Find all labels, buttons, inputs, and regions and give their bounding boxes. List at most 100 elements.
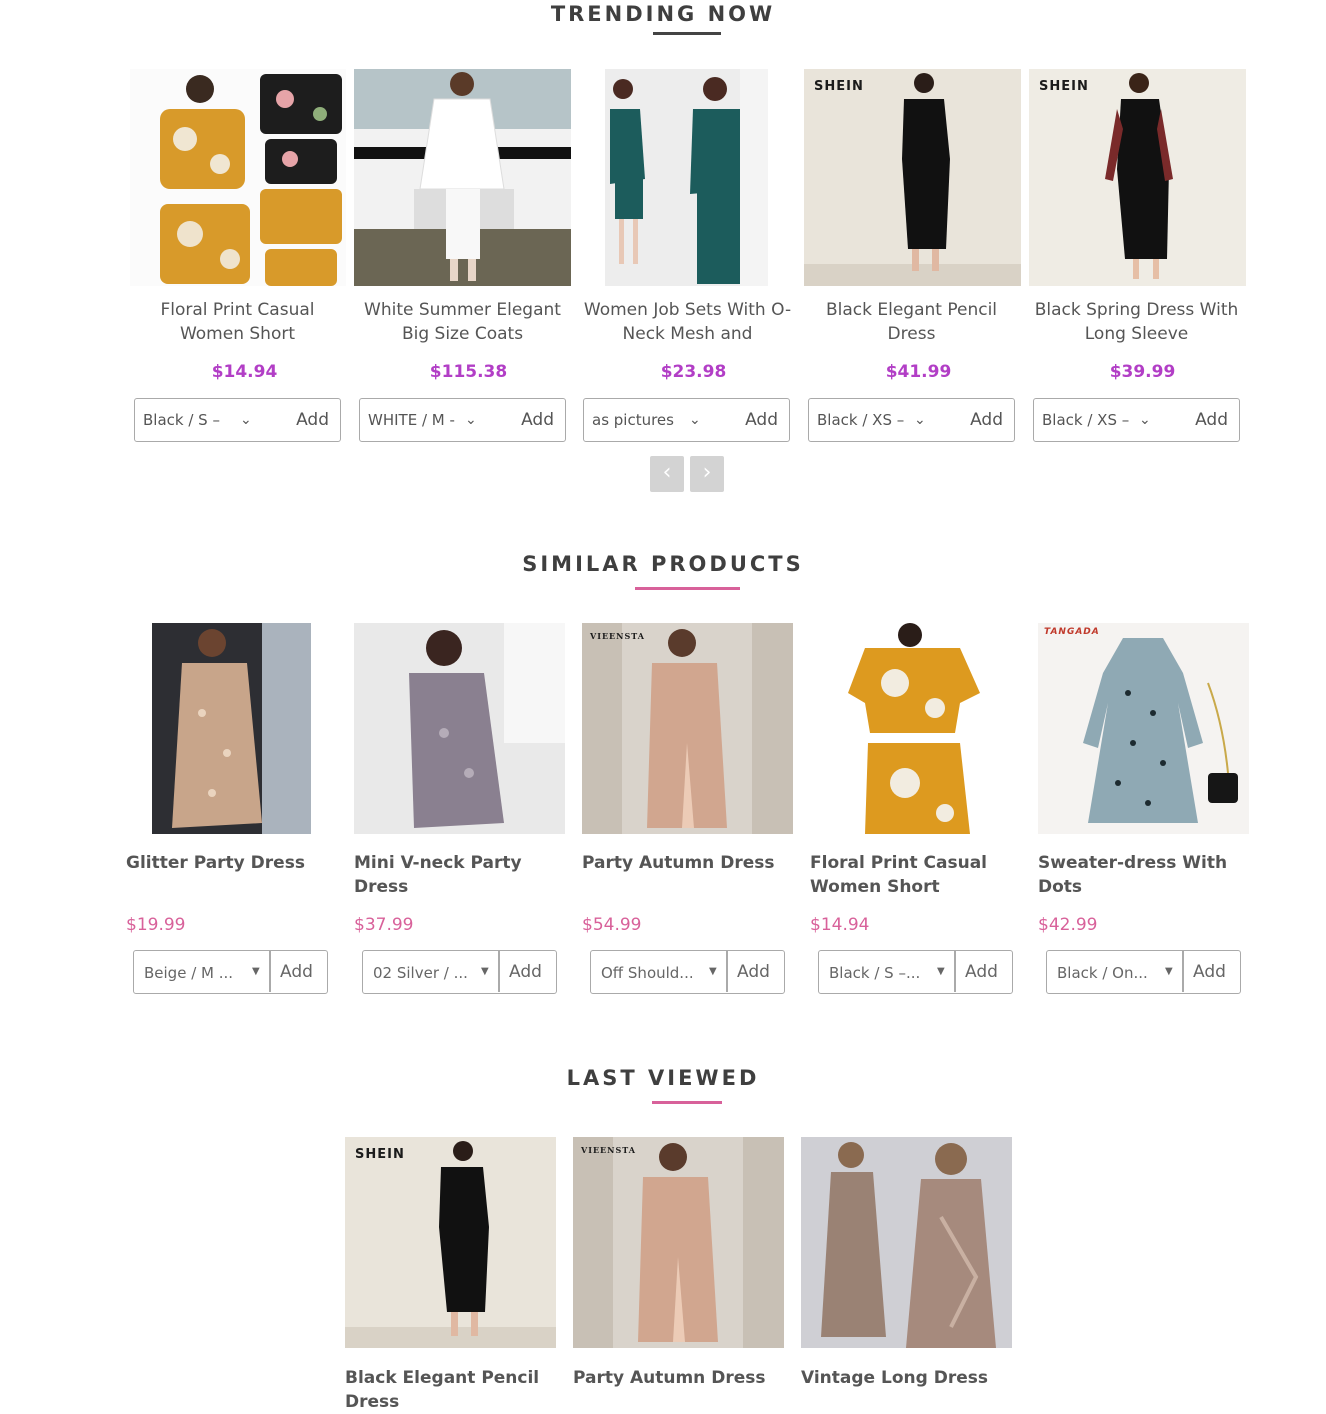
product-price: $41.99 <box>885 362 952 382</box>
variant-select-value: 02 Silver / ... <box>373 964 468 982</box>
brand-logo: SHEIN <box>814 79 864 94</box>
product-name[interactable]: Black Elegant Pencil Dress <box>804 298 1019 346</box>
product-price: $54.99 <box>582 915 642 935</box>
variant-select-value: Off Should... <box>601 964 694 982</box>
product-image[interactable]: SHEIN <box>804 69 1021 286</box>
product-name[interactable]: Floral Print Casual Women Short <box>810 851 1015 899</box>
product-price: $39.99 <box>1109 362 1176 382</box>
product-photo-glitter-dress <box>152 623 311 834</box>
chevron-right-icon: › <box>702 460 712 485</box>
product-image[interactable] <box>152 623 311 834</box>
product-price: $14.94 <box>211 362 278 382</box>
product-image[interactable] <box>130 69 346 286</box>
add-to-cart-button[interactable]: Add <box>509 962 542 982</box>
product-name[interactable]: Party Autumn Dress <box>573 1366 783 1390</box>
product-image[interactable]: VIEENSTA <box>582 623 793 834</box>
product-image[interactable] <box>354 623 565 834</box>
variant-select-value: Black / S –... <box>829 964 921 982</box>
product-photo-teal-set <box>605 69 768 286</box>
product-name[interactable]: Floral Print Casual Women Short <box>130 298 345 346</box>
add-to-cart-button[interactable]: Add <box>296 410 329 430</box>
variant-select-value: Black / On... <box>1057 964 1148 982</box>
product-price: $14.94 <box>810 915 870 935</box>
product-photo-black-pencil-dress <box>804 69 1021 286</box>
chevron-down-icon: ⌄ <box>240 412 252 428</box>
caret-down-icon: ▼ <box>481 966 489 977</box>
select-divider <box>269 951 271 992</box>
variant-select[interactable]: Off Should... ▼ Add <box>590 950 785 994</box>
caret-down-icon: ▼ <box>937 966 945 977</box>
product-photo-floral-casual <box>810 623 1021 834</box>
caret-down-icon: ▼ <box>252 966 260 977</box>
variant-select[interactable]: Black / S –... ▼ Add <box>818 950 1013 994</box>
product-name[interactable]: Sweater-dress With Dots <box>1038 851 1243 899</box>
product-image[interactable]: TANGADA <box>1038 623 1249 834</box>
caret-down-icon: ▼ <box>709 966 717 977</box>
select-divider <box>954 951 956 992</box>
caret-down-icon: ▼ <box>1165 966 1173 977</box>
select-divider <box>726 951 728 992</box>
variant-select-value: Black / S – <box>143 411 220 429</box>
variant-select[interactable]: Beige / M ... ▼ Add <box>133 950 328 994</box>
product-image[interactable] <box>810 623 1021 834</box>
product-image[interactable] <box>801 1137 1012 1348</box>
variant-select-value: as pictures <box>592 411 674 429</box>
variant-select-value: WHITE / M - <box>368 411 455 429</box>
product-image[interactable]: VIEENSTA <box>573 1137 784 1348</box>
select-divider <box>1182 951 1184 992</box>
variant-select-value: Beige / M ... <box>144 964 234 982</box>
product-name[interactable]: Party Autumn Dress <box>582 851 787 875</box>
product-photo-mini-vneck-dress <box>354 623 565 834</box>
variant-select[interactable]: WHITE / M - ⌄ Add <box>359 398 566 442</box>
product-image[interactable]: SHEIN <box>1029 69 1246 286</box>
carousel-next-button[interactable]: › <box>690 456 724 492</box>
product-photo-sweater-dress-dots <box>1038 623 1249 834</box>
product-image[interactable] <box>354 69 571 286</box>
product-photo-vintage-long-dress <box>801 1137 1012 1348</box>
chevron-down-icon: ⌄ <box>689 412 701 428</box>
brand-logo: VIEENSTA <box>590 631 645 641</box>
product-name[interactable]: Black Spring Dress With Long Sleeve <box>1029 298 1244 346</box>
add-to-cart-button[interactable]: Add <box>521 410 554 430</box>
product-name[interactable]: White Summer Elegant Big Size Coats <box>355 298 570 346</box>
variant-select[interactable]: 02 Silver / ... ▼ Add <box>362 950 557 994</box>
add-to-cart-button[interactable]: Add <box>970 410 1003 430</box>
select-divider <box>498 951 500 992</box>
product-photo-floral-set <box>130 69 346 286</box>
product-name[interactable]: Mini V-neck Party Dress <box>354 851 559 899</box>
product-photo-party-autumn-dress <box>573 1137 784 1348</box>
product-image[interactable] <box>605 69 768 286</box>
brand-logo: TANGADA <box>1044 627 1100 637</box>
variant-select[interactable]: Black / XS – ⌄ Add <box>1033 398 1240 442</box>
variant-select[interactable]: Black / XS – ⌄ Add <box>808 398 1015 442</box>
add-to-cart-button[interactable]: Add <box>1195 410 1228 430</box>
chevron-left-icon: ‹ <box>662 460 672 485</box>
carousel-prev-button[interactable]: ‹ <box>650 456 684 492</box>
similar-title-underline <box>635 587 740 590</box>
add-to-cart-button[interactable]: Add <box>1193 962 1226 982</box>
product-image[interactable]: SHEIN <box>345 1137 556 1348</box>
product-price: $115.38 <box>429 362 508 382</box>
variant-select[interactable]: Black / On... ▼ Add <box>1046 950 1241 994</box>
product-photo-party-autumn-dress <box>582 623 793 834</box>
variant-select[interactable]: as pictures ⌄ Add <box>583 398 790 442</box>
variant-select[interactable]: Black / S – ⌄ Add <box>134 398 341 442</box>
chevron-down-icon: ⌄ <box>465 412 477 428</box>
trending-title-underline <box>653 32 721 35</box>
product-name[interactable]: Glitter Party Dress <box>126 851 331 875</box>
brand-logo: VIEENSTA <box>581 1145 636 1155</box>
product-photo-black-spring-dress <box>1029 69 1246 286</box>
product-photo-white-coat <box>354 69 571 286</box>
add-to-cart-button[interactable]: Add <box>965 962 998 982</box>
product-price: $42.99 <box>1038 915 1098 935</box>
brand-logo: SHEIN <box>355 1147 405 1162</box>
product-name[interactable]: Vintage Long Dress <box>801 1366 1011 1390</box>
add-to-cart-button[interactable]: Add <box>745 410 778 430</box>
add-to-cart-button[interactable]: Add <box>280 962 313 982</box>
product-name[interactable]: Women Job Sets With O-Neck Mesh and <box>580 298 795 346</box>
product-photo-black-pencil-dress <box>345 1137 556 1348</box>
last-viewed-title: LAST VIEWED <box>566 1066 760 1090</box>
product-price: $37.99 <box>354 915 414 935</box>
add-to-cart-button[interactable]: Add <box>737 962 770 982</box>
trending-title: TRENDING NOW <box>550 2 776 26</box>
